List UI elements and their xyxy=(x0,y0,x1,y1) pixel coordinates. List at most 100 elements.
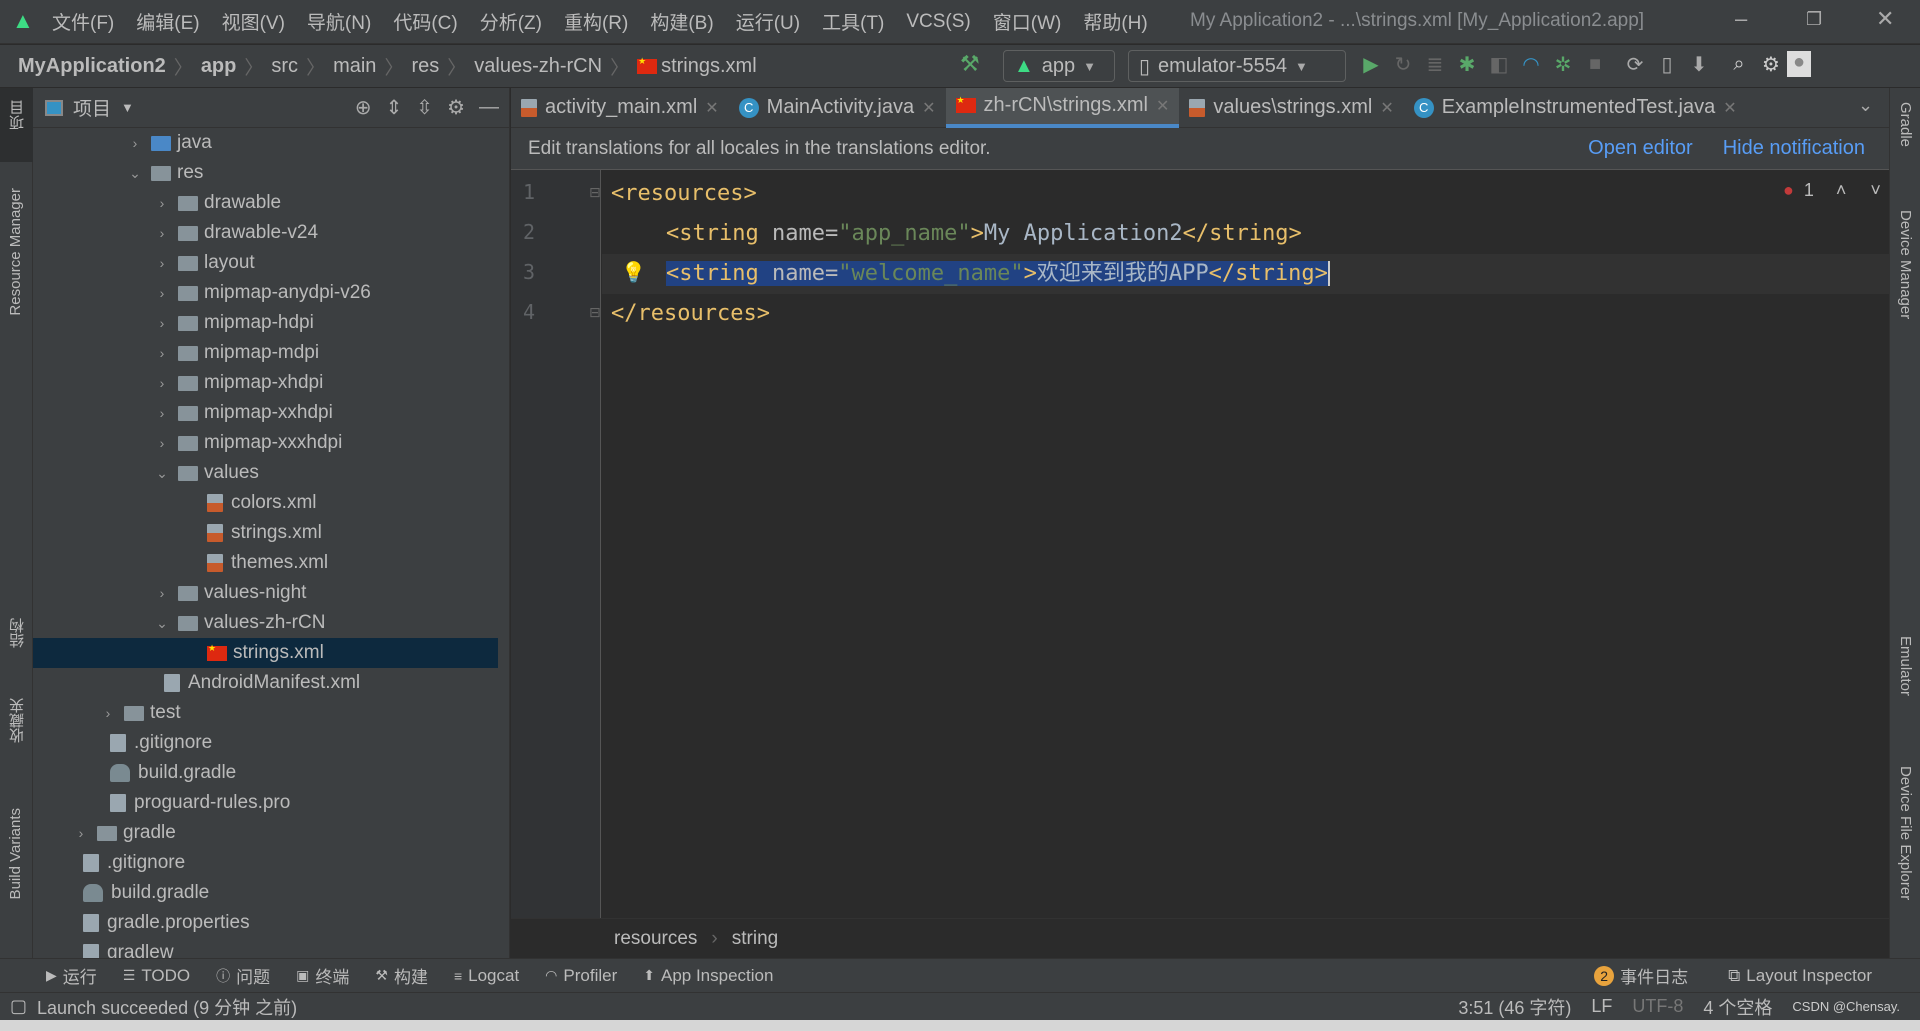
run-config-select[interactable]: ▲ app ▼ xyxy=(1003,50,1115,82)
attach-debugger-icon[interactable]: ✲ xyxy=(1547,52,1579,77)
tab[interactable]: activity_main.xml ✕ xyxy=(511,88,729,128)
chevron-down-icon[interactable]: ⌄ xyxy=(154,465,170,482)
chevron-right-icon[interactable]: › xyxy=(154,195,170,211)
device-select[interactable]: ▯ emulator-5554 ▼ xyxy=(1128,50,1346,82)
breadcrumb-item[interactable]: strings.xml xyxy=(661,55,757,78)
tabs-overflow-chevron-icon[interactable]: ⌄ xyxy=(1858,95,1873,116)
tool-structure[interactable]: 结构 xyxy=(7,618,28,648)
apply-code-changes-icon[interactable]: ≣ xyxy=(1419,52,1451,77)
tool-project[interactable]: 项目 xyxy=(7,100,28,130)
menu-item[interactable]: 导航(N) xyxy=(307,8,371,35)
open-editor-link[interactable]: Open editor xyxy=(1588,137,1693,160)
project-view-select[interactable]: 项目 xyxy=(73,94,111,121)
chevron-right-icon[interactable]: › xyxy=(154,435,170,451)
tree-item[interactable]: strings.xml xyxy=(33,638,498,668)
tool-window-button[interactable]: ⓘ 问题 xyxy=(216,963,270,988)
tool-resource-manager[interactable]: Resource Manager xyxy=(7,188,24,316)
menu-item[interactable]: 分析(Z) xyxy=(480,8,542,35)
search-icon[interactable]: ⌕ xyxy=(1723,53,1755,76)
sdk-manager-icon[interactable]: ⬇ xyxy=(1683,52,1715,77)
tree-item[interactable]: themes.xml xyxy=(33,548,498,578)
menu-item[interactable]: VCS(S) xyxy=(906,11,970,33)
expand-all-icon[interactable]: ⇕ xyxy=(386,95,403,120)
chevron-right-icon[interactable]: › xyxy=(100,705,116,721)
tree-item[interactable]: › mipmap-hdpi xyxy=(33,308,498,338)
indent-setting[interactable]: 4 个空格 xyxy=(1703,994,1772,1020)
close-tab-icon[interactable]: ✕ xyxy=(922,98,935,118)
tool-window-button[interactable]: ◠ Profiler xyxy=(545,966,617,986)
chevron-right-icon[interactable]: › xyxy=(154,375,170,391)
tree-item[interactable]: proguard-rules.pro xyxy=(33,788,498,818)
tree-item[interactable]: colors.xml xyxy=(33,488,498,518)
breadcrumb-item[interactable]: main xyxy=(333,55,376,78)
tree-item[interactable]: › drawable-v24 xyxy=(33,218,498,248)
close-tab-icon[interactable]: ✕ xyxy=(1723,98,1736,118)
lightbulb-icon[interactable]: 💡 xyxy=(621,260,646,285)
hide-notification-link[interactable]: Hide notification xyxy=(1723,137,1865,160)
build-hammer-icon[interactable]: ⚒ xyxy=(960,51,980,77)
restore-button[interactable]: ❐ xyxy=(1806,9,1822,30)
breadcrumb-item[interactable]: values-zh-rCN xyxy=(474,55,602,78)
tree-item[interactable]: build.gradle xyxy=(33,878,498,908)
tree-item[interactable]: › mipmap-xhdpi xyxy=(33,368,498,398)
tree-item[interactable]: › gradle xyxy=(33,818,498,848)
tree-item[interactable]: › layout xyxy=(33,248,498,278)
breadcrumb-item[interactable]: app xyxy=(201,55,237,78)
fold-icon[interactable]: ⊟ xyxy=(589,184,601,201)
next-highlight-icon[interactable]: ˅ xyxy=(1870,180,1881,201)
chevron-right-icon[interactable]: › xyxy=(73,825,89,841)
chevron-right-icon[interactable]: › xyxy=(154,405,170,421)
tool-emulator[interactable]: Emulator xyxy=(1897,636,1914,696)
tool-window-button[interactable]: ▶ 运行 xyxy=(46,963,97,988)
tree-item[interactable]: ⌄ res xyxy=(33,158,498,188)
coverage-icon[interactable]: ◧ xyxy=(1483,52,1515,77)
tree-item[interactable]: › mipmap-xxhdpi xyxy=(33,398,498,428)
error-icon[interactable]: ● xyxy=(1783,180,1794,201)
debug-icon[interactable]: ✱ xyxy=(1451,52,1483,77)
status-message[interactable]: Launch succeeded (9 分钟 之前) xyxy=(37,994,297,1020)
file-encoding[interactable]: UTF-8 xyxy=(1632,996,1683,1017)
avatar[interactable]: ● xyxy=(1787,51,1811,77)
breadcrumb-item[interactable]: src xyxy=(271,55,298,78)
chevron-down-icon[interactable]: ▼ xyxy=(121,100,134,115)
tree-item[interactable]: › mipmap-mdpi xyxy=(33,338,498,368)
error-count[interactable]: 1 xyxy=(1804,180,1814,201)
chevron-right-icon[interactable]: › xyxy=(154,285,170,301)
menu-item[interactable]: 帮助(H) xyxy=(1083,8,1147,35)
tab[interactable]: C MainActivity.java ✕ xyxy=(729,88,946,128)
tool-gradle[interactable]: Gradle xyxy=(1897,102,1914,147)
menu-item[interactable]: 编辑(E) xyxy=(136,8,199,35)
menu-item[interactable]: 窗口(W) xyxy=(993,8,1062,35)
tool-window-button[interactable]: ≡ Logcat xyxy=(454,966,519,986)
chevron-right-icon[interactable]: › xyxy=(154,585,170,601)
tree-item[interactable]: .gitignore xyxy=(33,848,498,878)
menu-item[interactable]: 构建(B) xyxy=(650,8,713,35)
tree-item[interactable]: AndroidManifest.xml xyxy=(33,668,498,698)
menu-item[interactable]: 重构(R) xyxy=(564,8,628,35)
event-log-button[interactable]: 2 事件日志 xyxy=(1594,963,1688,988)
crumb-string[interactable]: string xyxy=(732,928,778,950)
breadcrumb-item[interactable]: MyApplication2 xyxy=(18,55,166,78)
breadcrumb-item[interactable]: res xyxy=(411,55,439,78)
tree-item[interactable]: ⌄ values xyxy=(33,458,498,488)
chevron-down-icon[interactable]: ⌄ xyxy=(127,165,143,182)
gear-icon[interactable]: ⚙ xyxy=(1755,52,1787,77)
tree-item[interactable]: gradle.properties xyxy=(33,908,498,938)
locate-icon[interactable]: ⊕ xyxy=(355,95,372,120)
stop-icon[interactable]: ■ xyxy=(1579,53,1611,76)
menu-item[interactable]: 文件(F) xyxy=(52,8,114,35)
menu-item[interactable]: 工具(T) xyxy=(822,8,884,35)
tree-item[interactable]: .gitignore xyxy=(33,728,498,758)
crumb-resources[interactable]: resources xyxy=(614,928,697,950)
tree-item[interactable]: strings.xml xyxy=(33,518,498,548)
profile-icon[interactable]: ◠ xyxy=(1515,52,1547,77)
tree-item[interactable]: gradlew xyxy=(33,938,498,958)
run-icon[interactable]: ▶ xyxy=(1355,52,1387,77)
fold-icon[interactable]: ⊟ xyxy=(589,304,601,321)
close-tab-icon[interactable]: ✕ xyxy=(1380,98,1393,118)
chevron-down-icon[interactable]: ⌄ xyxy=(154,615,170,632)
tool-window-button[interactable]: ⚒ 构建 xyxy=(375,963,428,988)
tool-window-button[interactable]: ▣ 终端 xyxy=(296,963,349,988)
tree-item[interactable]: ⌄ values-zh-rCN xyxy=(33,608,498,638)
minimize-button[interactable]: – xyxy=(1735,6,1747,32)
